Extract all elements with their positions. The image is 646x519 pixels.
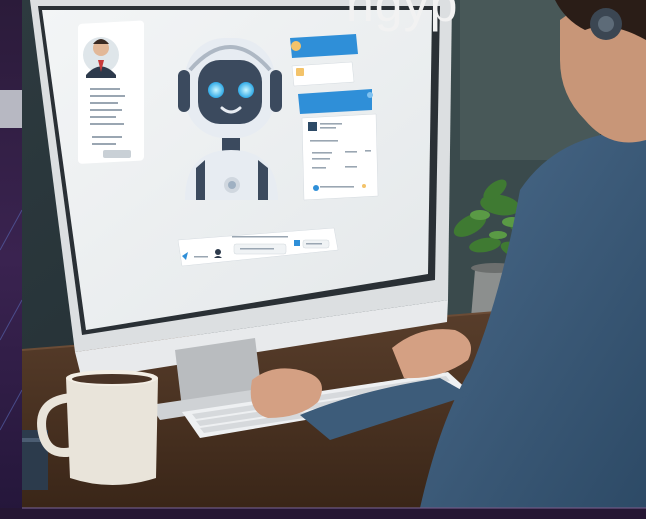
- partial-heading: ngyp: [346, 0, 459, 32]
- image-frame: ngyp: [0, 0, 646, 519]
- robot-illustration: [178, 38, 282, 200]
- background-graphic: [0, 0, 646, 519]
